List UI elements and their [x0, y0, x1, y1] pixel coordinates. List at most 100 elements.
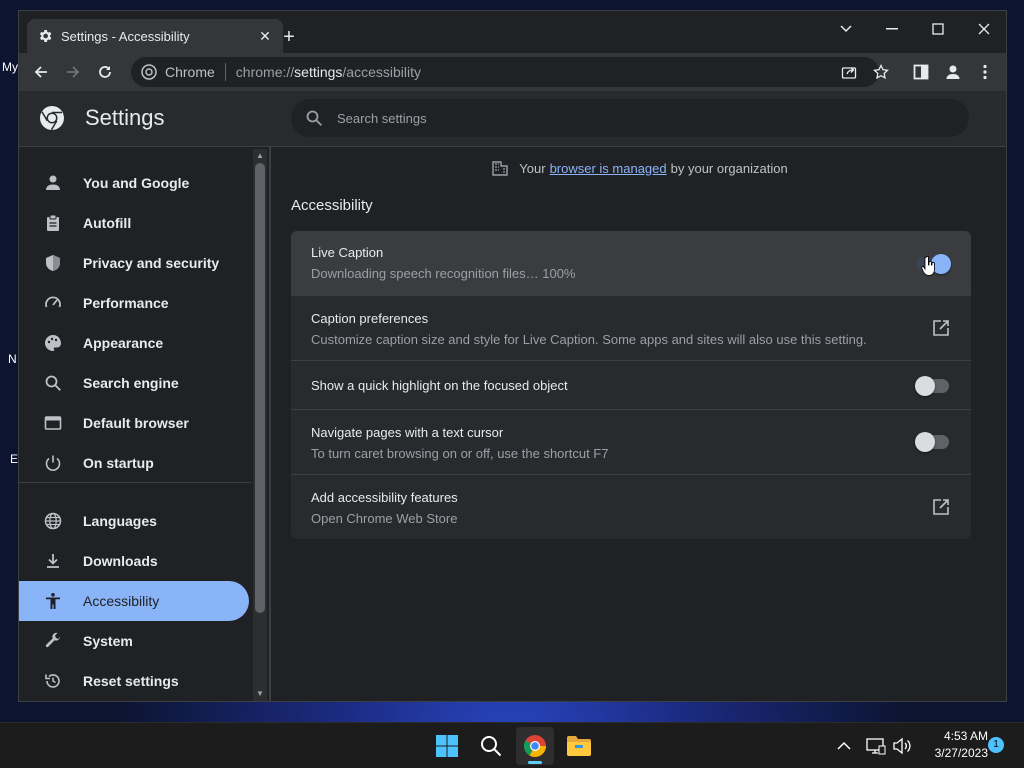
share-icon: [841, 67, 857, 79]
sidebar-item-on-startup[interactable]: On startup: [19, 443, 249, 483]
minimize-button[interactable]: [869, 15, 915, 43]
accessibility-card: Live Caption Downloading speech recognit…: [291, 231, 971, 539]
desktop-icon-label[interactable]: E: [10, 452, 18, 466]
search-icon: [481, 736, 502, 757]
profile-button[interactable]: [941, 60, 965, 84]
toggle-knob: [915, 432, 935, 452]
url-text: chrome://settings/accessibility: [235, 64, 421, 80]
notification-badge[interactable]: 1: [988, 737, 1004, 753]
bookmark-button[interactable]: [869, 60, 893, 84]
caption-preferences-row[interactable]: Caption preferences Customize caption si…: [291, 295, 971, 360]
power-icon: [43, 453, 63, 473]
reload-icon: [99, 66, 111, 78]
settings-sidebar: You and Google Autofill Privacy and secu…: [19, 147, 269, 701]
folder-icon: [567, 736, 591, 756]
tab-search-button[interactable]: [823, 15, 869, 43]
row-subtitle: Customize caption size and style for Liv…: [311, 332, 867, 347]
search-icon: [306, 110, 322, 126]
person-icon: [43, 173, 63, 193]
browser-managed-link[interactable]: browser is managed: [550, 161, 667, 176]
open-in-new-icon[interactable]: [931, 497, 951, 517]
arrow-left-icon: [34, 66, 47, 78]
sidebar-item-search-engine[interactable]: Search engine: [19, 363, 249, 403]
scroll-down-arrow-icon[interactable]: ▼: [255, 689, 265, 699]
sidebar-item-downloads[interactable]: Downloads: [19, 541, 249, 581]
sidebar-item-appearance[interactable]: Appearance: [19, 323, 249, 363]
close-window-button[interactable]: [961, 15, 1006, 43]
taskbar-chrome-button[interactable]: [516, 727, 554, 765]
sidebar-item-default-browser[interactable]: Default browser: [19, 403, 249, 443]
taskbar-search-button[interactable]: [472, 727, 510, 765]
maximize-button[interactable]: [915, 15, 961, 43]
share-button[interactable]: [837, 60, 861, 84]
browser-icon: [43, 413, 63, 433]
more-vert-icon: [983, 64, 987, 80]
back-button[interactable]: [29, 60, 53, 84]
volume-button[interactable]: [888, 727, 916, 765]
scrollbar-thumb[interactable]: [255, 163, 265, 613]
browser-window: Settings - Accessibility ✕ + Chrome chro…: [18, 10, 1007, 702]
address-bar[interactable]: Chrome chrome://settings/accessibility: [131, 57, 879, 87]
desktop-icon-label[interactable]: N: [8, 352, 17, 366]
maximize-icon: [932, 23, 944, 35]
accessibility-icon: [43, 591, 63, 611]
divider: [19, 482, 251, 483]
new-tab-button[interactable]: +: [277, 25, 301, 49]
show-hidden-icons-button[interactable]: [826, 727, 862, 765]
managed-notice: Your browser is managed by your organiza…: [271, 159, 1006, 177]
sidebar-item-reset-settings[interactable]: Reset settings: [19, 661, 249, 701]
row-title: Add accessibility features: [311, 490, 458, 505]
quick-highlight-row[interactable]: Show a quick highlight on the focused ob…: [291, 360, 971, 409]
reload-button[interactable]: [93, 60, 117, 84]
hand-cursor-icon: [921, 255, 935, 276]
sidebar-item-you-and-google[interactable]: You and Google: [19, 163, 249, 203]
caret-browsing-row[interactable]: Navigate pages with a text cursor To tur…: [291, 409, 971, 474]
desktop-icon-label[interactable]: My: [2, 60, 18, 74]
volume-icon: [893, 737, 911, 755]
tab-settings-accessibility[interactable]: Settings - Accessibility ✕: [27, 19, 283, 53]
star-icon: [873, 64, 889, 80]
menu-button[interactable]: [973, 60, 997, 84]
section-title: Accessibility: [291, 197, 373, 214]
sidebar-item-performance[interactable]: Performance: [19, 283, 249, 323]
clock-date: 3/27/2023: [934, 746, 988, 760]
add-accessibility-features-row[interactable]: Add accessibility features Open Chrome W…: [291, 474, 971, 539]
sidebar-scrollbar[interactable]: ▲ ▼: [253, 149, 267, 701]
open-in-new-icon[interactable]: [931, 318, 951, 338]
network-button[interactable]: [862, 727, 890, 765]
chrome-icon: [524, 735, 546, 757]
network-icon: [866, 738, 886, 755]
caret-browsing-toggle[interactable]: [915, 432, 949, 452]
speedometer-icon: [43, 293, 63, 313]
download-icon: [43, 551, 63, 571]
clipboard-icon: [43, 213, 63, 233]
active-indicator: [528, 761, 542, 764]
chrome-logo-icon: [40, 106, 64, 131]
reset-icon: [43, 671, 63, 691]
globe-icon: [43, 511, 63, 531]
site-chip: Chrome: [165, 64, 215, 80]
divider: [224, 63, 226, 81]
shield-icon: [43, 253, 63, 273]
taskbar-file-explorer-button[interactable]: [560, 727, 598, 765]
toggle-knob: [915, 376, 935, 396]
start-button[interactable]: [428, 727, 466, 765]
sidebar-item-privacy-and-security[interactable]: Privacy and security: [19, 243, 249, 283]
chevron-up-icon: [837, 741, 851, 750]
clock[interactable]: 4:53 AM 3/27/2023: [918, 728, 988, 762]
sidebar-item-accessibility[interactable]: Accessibility: [19, 581, 249, 621]
sidebar-item-system[interactable]: System: [19, 621, 249, 661]
quick-highlight-toggle[interactable]: [915, 376, 949, 396]
scroll-up-arrow-icon[interactable]: ▲: [255, 151, 265, 161]
search-settings-input[interactable]: Search settings: [291, 99, 969, 137]
search-placeholder: Search settings: [337, 110, 427, 126]
close-tab-icon[interactable]: ✕: [257, 28, 273, 44]
side-panel-button[interactable]: [909, 60, 933, 84]
live-caption-row[interactable]: Live Caption Downloading speech recognit…: [291, 231, 971, 295]
sidebar-item-autofill[interactable]: Autofill: [19, 203, 249, 243]
chevron-down-icon: [840, 25, 852, 33]
palette-icon: [43, 333, 63, 353]
forward-button[interactable]: [61, 60, 85, 84]
sidebar-item-languages[interactable]: Languages: [19, 501, 249, 541]
clock-time: 4:53 AM: [943, 729, 988, 743]
